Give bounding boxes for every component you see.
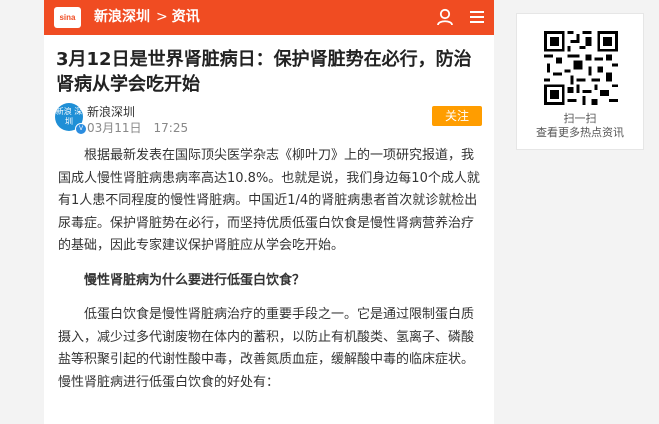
publish-time: 03月11日 17:25 — [87, 121, 189, 135]
follow-button[interactable]: 关注 — [432, 106, 482, 126]
user-icon[interactable] — [436, 8, 454, 26]
sina-logo[interactable]: sina — [54, 7, 81, 28]
verified-icon: V — [75, 123, 87, 135]
article-subheading: 慢性肾脏病为什么要进行低蛋白饮食？ — [84, 272, 306, 288]
article-paragraph: 低蛋白饮食是慢性肾脏病治疗的重要手段之一。它是通过限制蛋白质摄入，减少过多代谢废… — [58, 307, 475, 390]
author-name[interactable]: 新浪深圳 — [87, 103, 135, 120]
qr-card: 扫一扫 查看更多热点资讯 — [516, 13, 644, 150]
article-body: 根据最新发表在国际顶尖医学杂志《柳叶刀》上的一项研究报道，我国成人慢性肾脏病患病… — [44, 145, 494, 394]
menu-icon[interactable] — [468, 8, 486, 26]
author-row: 新浪 深圳 V 新浪深圳 03月11日 17:25 关注 — [44, 103, 494, 145]
article-column: sina 新浪深圳 > 资讯 3月12日是世界肾脏病日：保护肾脏势在必行，防治肾病从… — [44, 0, 494, 424]
top-bar: sina 新浪深圳 > 资讯 — [44, 0, 494, 35]
breadcrumb-site[interactable]: 新浪深圳 — [94, 9, 150, 25]
qr-code-icon — [544, 31, 618, 105]
breadcrumb: 新浪深圳 > 资讯 — [94, 0, 200, 35]
breadcrumb-section[interactable]: 资讯 — [172, 9, 200, 25]
article-title: 3月12日是世界肾脏病日：保护肾脏势在必行，防治肾病从学会吃开始 — [56, 49, 472, 95]
article-paragraph: 根据最新发表在国际顶尖医学杂志《柳叶刀》上的一项研究报道，我国成人慢性肾脏病患病… — [58, 148, 480, 253]
top-icons — [436, 8, 486, 26]
qr-caption-more: 查看更多热点资讯 — [536, 126, 624, 139]
breadcrumb-separator: > — [156, 9, 168, 25]
